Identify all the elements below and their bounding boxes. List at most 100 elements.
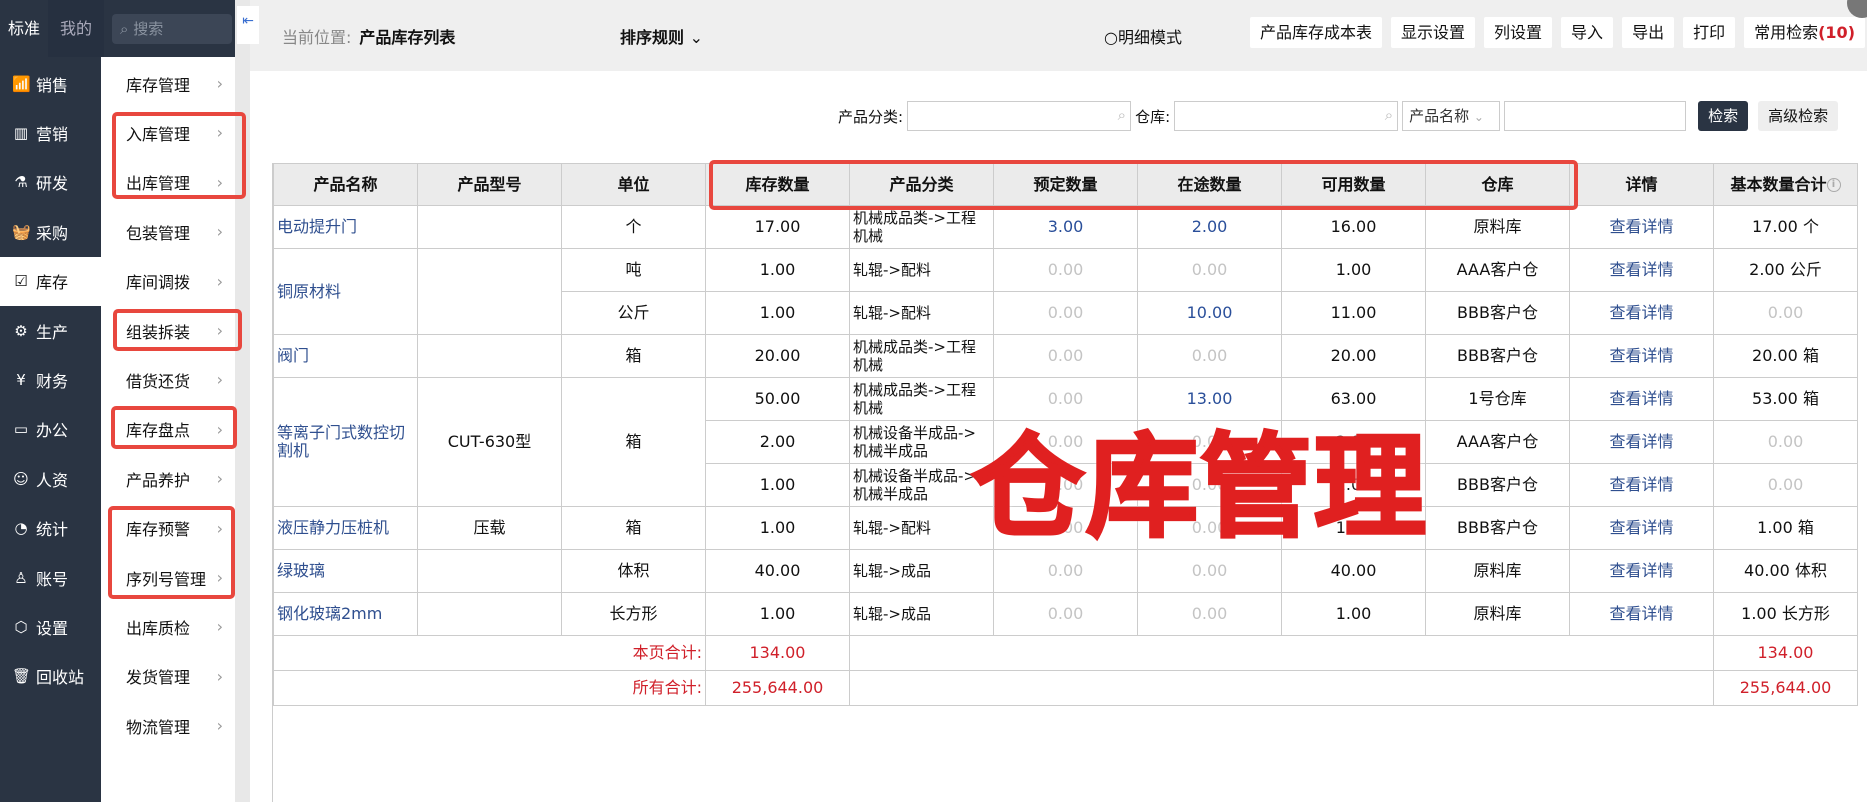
tab-mine[interactable]: 我的 <box>48 0 105 57</box>
column-header[interactable]: 产品名称 <box>273 163 418 206</box>
expand-icon[interactable] <box>1847 0 1867 18</box>
import-button[interactable]: 导入 <box>1561 17 1614 48</box>
view-details-link[interactable]: 查看详情 <box>1569 592 1714 636</box>
nav-item-4[interactable]: ☑ 库存 <box>0 256 101 306</box>
nav-item-label: 财务 <box>36 371 69 391</box>
view-details-link[interactable]: 查看详情 <box>1569 549 1714 593</box>
reserved-qty: 0.00 <box>993 334 1138 378</box>
warehouse: 原料库 <box>1425 592 1570 636</box>
product-name-link[interactable]: 液压静力压桩机 <box>273 506 418 550</box>
nav-item-0[interactable]: 📶 销售 <box>0 59 101 108</box>
nav-item-9[interactable]: ◔ 统计 <box>0 504 101 553</box>
submenu-item[interactable]: 借货还货 › <box>101 355 235 404</box>
pie-chart-icon: ◔ <box>14 519 28 538</box>
common-search-count: (10) <box>1818 23 1855 42</box>
submenu-item[interactable]: 库间调拨 › <box>101 257 235 306</box>
submenu-item[interactable]: 产品养护 › <box>101 454 235 503</box>
product-name-link[interactable]: 电动提升门 <box>273 205 418 249</box>
common-search-button[interactable]: 常用检索(10) <box>1744 17 1865 48</box>
product-name-link[interactable]: 钢化玻璃2mm <box>273 592 418 636</box>
nav-item-3[interactable]: 🧺 采购 <box>0 207 101 256</box>
product-model <box>417 205 562 249</box>
category-input[interactable]: ⌕ <box>907 101 1132 131</box>
highlight-box <box>709 160 1578 210</box>
submenu-item[interactable]: 出库质检 › <box>101 602 235 651</box>
nav-item-11[interactable]: ⬡ 设置 <box>0 602 101 651</box>
reserved-qty: 0.00 <box>993 248 1138 292</box>
warehouse: BBB客户仓 <box>1425 291 1570 335</box>
in-transit-qty: 0.00 <box>1137 248 1282 292</box>
nav-item-5[interactable]: ⚙ 生产 <box>0 306 101 355</box>
view-details-link[interactable]: 查看详情 <box>1569 463 1714 507</box>
submenu-item-label: 物流管理 <box>126 717 191 737</box>
chevron-right-icon: › <box>216 617 223 637</box>
view-details-link[interactable]: 查看详情 <box>1569 506 1714 550</box>
nav-item-8[interactable]: ☺ 人资 <box>0 454 101 503</box>
product-model: CUT-630型 <box>417 377 562 507</box>
all-total-row: 所有合计: 255,644.00 255,644.00 <box>273 670 1858 706</box>
view-details-link[interactable]: 查看详情 <box>1569 377 1714 421</box>
detail-mode-radio[interactable]: ○明细模式 <box>1104 24 1182 48</box>
all-total-label: 所有合计: <box>273 670 706 706</box>
search-icon: ⌕ <box>1384 106 1394 124</box>
column-settings-button[interactable]: 列设置 <box>1484 17 1553 48</box>
advanced-search-button[interactable]: 高级检索 <box>1758 101 1839 131</box>
keyword-input[interactable] <box>1504 101 1687 131</box>
warehouse: AAA客户仓 <box>1425 248 1570 292</box>
chevron-right-icon: › <box>216 666 223 686</box>
field-select[interactable]: 产品名称 ⌄ <box>1402 101 1501 131</box>
sort-label: 排序规则 <box>620 28 685 47</box>
collapse-menu-icon[interactable]: ⇤ <box>237 6 259 44</box>
nav-item-7[interactable]: ▭ 办公 <box>0 405 101 454</box>
submenu-item[interactable]: 物流管理 › <box>101 701 235 750</box>
nav-item-6[interactable]: ¥ 财务 <box>0 355 101 404</box>
submenu-item[interactable]: 包装管理 › <box>101 207 235 256</box>
search-input[interactable]: ⌕ 搜索 <box>112 13 233 44</box>
chevron-right-icon: › <box>216 74 223 93</box>
warehouse-input[interactable]: ⌕ <box>1174 101 1399 131</box>
nav-item-10[interactable]: ♙ 账号 <box>0 553 101 602</box>
display-settings-button[interactable]: 显示设置 <box>1391 17 1476 48</box>
nav-item-2[interactable]: ⚗ 研发 <box>0 158 101 207</box>
highlight-box <box>112 112 246 199</box>
search-placeholder: 搜索 <box>133 19 164 38</box>
column-header[interactable]: 单位 <box>561 163 706 206</box>
tab-standard[interactable]: 标准 <box>0 0 48 57</box>
product-model <box>417 334 562 378</box>
view-details-link[interactable]: 查看详情 <box>1569 420 1714 464</box>
product-name-link[interactable]: 绿玻璃 <box>273 549 418 593</box>
unit: 个 <box>561 205 706 249</box>
empty-cell <box>849 670 1714 706</box>
warehouse: 1号仓库 <box>1425 377 1570 421</box>
view-details-link[interactable]: 查看详情 <box>1569 248 1714 292</box>
highlight-box <box>113 309 242 351</box>
chevron-right-icon: › <box>216 370 223 390</box>
warehouse: 原料库 <box>1425 549 1570 593</box>
sort-rules-dropdown[interactable]: 排序规则 ⌄ <box>620 24 703 48</box>
cost-table-button[interactable]: 产品库存成本表 <box>1250 17 1383 48</box>
submenu-item-label: 发货管理 <box>126 668 191 688</box>
product-name-link[interactable]: 阀门 <box>273 334 418 378</box>
column-header[interactable]: 产品型号 <box>417 163 562 206</box>
category: 机械成品类->工程机械 <box>849 334 994 378</box>
view-details-link[interactable]: 查看详情 <box>1569 291 1714 335</box>
table-row: 电动提升门 个 17.00 机械成品类->工程机械 3.00 2.00 16.00 原料库 查看… <box>273 205 1858 249</box>
table-row: 铜原材料吨 1.00 轧辊->配料 0.00 0.00 1.00 AAA客户仓 查看详情 2.0… <box>273 248 1858 335</box>
export-button[interactable]: 导出 <box>1622 17 1675 48</box>
search-button[interactable]: 检索 <box>1698 101 1749 131</box>
nav-item-1[interactable]: ▥ 营销 <box>0 108 101 157</box>
submenu-item[interactable]: 发货管理 › <box>101 652 235 701</box>
available-qty: 16.00 <box>1281 205 1426 249</box>
category: 轧辊->配料 <box>849 291 994 335</box>
submenu-item[interactable]: 库存管理 › <box>101 59 235 108</box>
product-name-link[interactable]: 铜原材料 <box>273 248 418 335</box>
nav-item-label: 库存 <box>36 273 69 293</box>
view-details-link[interactable]: 查看详情 <box>1569 334 1714 378</box>
view-details-link[interactable]: 查看详情 <box>1569 205 1714 249</box>
product-name-link[interactable]: 等离子门式数控切割机 <box>273 377 418 507</box>
print-button[interactable]: 打印 <box>1683 17 1736 48</box>
base-qty-total: 2.00 公斤 <box>1713 248 1858 292</box>
nav-item-12[interactable]: 🗑 回收站 <box>0 652 101 701</box>
column-header[interactable]: 基本数量合计 i <box>1713 163 1858 206</box>
column-header[interactable]: 详情 <box>1569 163 1714 206</box>
